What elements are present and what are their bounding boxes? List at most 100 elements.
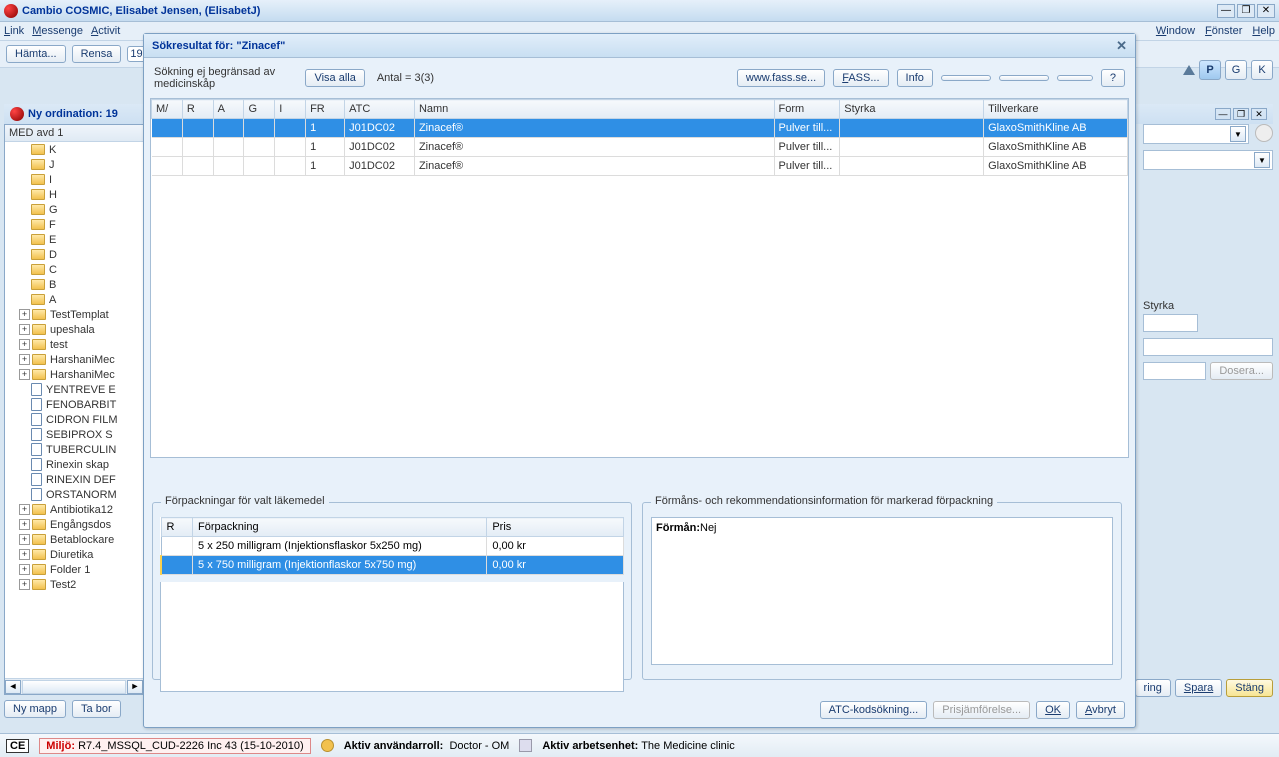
col-FR[interactable]: FR <box>306 100 345 119</box>
grid-row[interactable]: 1J01DC02Zinacef®Pulver till...GlaxoSmith… <box>152 119 1128 138</box>
minimize-icon[interactable]: — <box>1217 4 1235 18</box>
view-k-button[interactable]: K <box>1251 60 1273 80</box>
grid-row[interactable]: 1J01DC02Zinacef®Pulver till...GlaxoSmith… <box>152 157 1128 176</box>
menu-window[interactable]: Window <box>1156 25 1195 37</box>
tree-folder[interactable]: +Test2 <box>7 577 141 592</box>
tree-folder[interactable]: +HarshaniMec <box>7 352 141 367</box>
sub-maximize-icon[interactable]: ❐ <box>1233 108 1249 120</box>
tree-letter-D[interactable]: D <box>7 247 141 262</box>
tree-folder[interactable]: +TestTemplat <box>7 307 141 322</box>
tree-letter-E[interactable]: E <box>7 232 141 247</box>
combo-1[interactable]: ▼ <box>1143 124 1249 144</box>
tree-folder[interactable]: +test <box>7 337 141 352</box>
tree[interactable]: KJIHGFEDCBA+TestTemplat+upeshala+test+Ha… <box>5 142 143 592</box>
ok-button[interactable]: OK <box>1036 701 1070 719</box>
tree-folder[interactable]: +Betablockare <box>7 532 141 547</box>
app-title: Cambio COSMIC, Elisabet Jensen, (Elisabe… <box>22 5 260 17</box>
col-M/[interactable]: M/ <box>152 100 183 119</box>
avbryt-button[interactable]: Avbryt <box>1076 701 1125 719</box>
maximize-icon[interactable]: ❐ <box>1237 4 1255 18</box>
sub-close-icon[interactable]: ✕ <box>1251 108 1267 120</box>
tree-scrollbar[interactable]: ◄ ► <box>5 678 143 694</box>
view-g-button[interactable]: G <box>1225 60 1247 80</box>
results-grid[interactable]: M/RAGIFRATCNamnFormStyrkaTillverkare1J01… <box>150 98 1129 458</box>
col-ATC[interactable]: ATC <box>345 100 415 119</box>
rt-input-2[interactable] <box>1143 338 1273 356</box>
dosera-button[interactable]: Dosera... <box>1210 362 1273 380</box>
spara-button[interactable]: Spara <box>1175 679 1222 697</box>
col-R[interactable]: R <box>182 100 213 119</box>
col-Form[interactable]: Form <box>774 100 840 119</box>
tree-letter-F[interactable]: F <box>7 217 141 232</box>
atc-button[interactable]: ATC-kodsökning... <box>820 701 928 719</box>
fass-button[interactable]: FASS... <box>833 69 888 87</box>
grid-row[interactable]: 1J01DC02Zinacef®Pulver till...GlaxoSmith… <box>152 138 1128 157</box>
tree-doc[interactable]: SEBIPROX S <box>7 427 141 442</box>
blank-button-2[interactable] <box>999 75 1049 81</box>
tree-folder[interactable]: +Antibiotika12 <box>7 502 141 517</box>
tree-letter-C[interactable]: C <box>7 262 141 277</box>
col-I[interactable]: I <box>275 100 306 119</box>
close-icon[interactable]: ✕ <box>1257 4 1275 18</box>
tree-letter-H[interactable]: H <box>7 187 141 202</box>
packages-group: Förpackningar för valt läkemedel RFörpac… <box>152 502 632 680</box>
help-button[interactable]: ? <box>1101 69 1125 87</box>
tree-letter-J[interactable]: J <box>7 157 141 172</box>
tree-doc[interactable]: CIDRON FILM <box>7 412 141 427</box>
scroll-left-icon[interactable]: ◄ <box>5 680 21 694</box>
forman-value: Nej <box>700 522 717 534</box>
tree-doc[interactable]: RINEXIN DEF <box>7 472 141 487</box>
tree-folder[interactable]: +Diuretika <box>7 547 141 562</box>
pkg-col-R[interactable]: R <box>161 518 193 537</box>
tree-letter-G[interactable]: G <box>7 202 141 217</box>
rensa-button[interactable]: Rensa <box>72 45 122 63</box>
rt-input-3[interactable] <box>1143 362 1206 380</box>
pkg-row[interactable]: 5 x 750 milligram (Injektionflaskor 5x75… <box>161 556 624 575</box>
scroll-right-icon[interactable]: ► <box>127 680 143 694</box>
col-A[interactable]: A <box>213 100 244 119</box>
tree-folder[interactable]: +HarshaniMec <box>7 367 141 382</box>
col-Tillverkare[interactable]: Tillverkare <box>984 100 1128 119</box>
tree-letter-B[interactable]: B <box>7 277 141 292</box>
tree-doc[interactable]: FENOBARBIT <box>7 397 141 412</box>
combo-2[interactable]: ▼ <box>1143 150 1273 170</box>
hamta-button[interactable]: Hämta... <box>6 45 66 63</box>
fass-se-button[interactable]: www.fass.se... <box>737 69 825 87</box>
menu-activity[interactable]: Activit <box>91 25 120 37</box>
blank-button-1[interactable] <box>941 75 991 81</box>
tree-folder[interactable]: +Folder 1 <box>7 562 141 577</box>
pkg-row[interactable]: 5 x 250 milligram (Injektionsflaskor 5x2… <box>161 537 624 556</box>
triangle-icon[interactable] <box>1183 65 1195 75</box>
pkg-col-Pris[interactable]: Pris <box>487 518 624 537</box>
ordination-title: Ny ordination: 19 <box>28 108 118 120</box>
menu-help[interactable]: Help <box>1252 25 1275 37</box>
blank-button-3[interactable] <box>1057 75 1093 81</box>
ta-bort-button[interactable]: Ta bor <box>72 700 121 718</box>
tree-folder[interactable]: +Engångsdos <box>7 517 141 532</box>
menu-link[interactable]: LLinkink <box>4 25 24 37</box>
tree-letter-K[interactable]: K <box>7 142 141 157</box>
menu-messenger[interactable]: Messenge <box>32 25 83 37</box>
ring-button[interactable]: ring <box>1135 679 1171 697</box>
col-Styrka[interactable]: Styrka <box>840 100 984 119</box>
styrka-input[interactable] <box>1143 314 1198 332</box>
visa-alla-button[interactable]: Visa alla <box>305 69 364 87</box>
ny-mapp-button[interactable]: Ny mapp <box>4 700 66 718</box>
tree-doc[interactable]: YENTREVE E <box>7 382 141 397</box>
tree-doc[interactable]: ORSTANORM <box>7 487 141 502</box>
view-p-button[interactable]: P <box>1199 60 1221 80</box>
stang-button[interactable]: Stäng <box>1226 679 1273 697</box>
info-button[interactable]: Info <box>897 69 933 87</box>
tree-folder[interactable]: +upeshala <box>7 322 141 337</box>
sub-minimize-icon[interactable]: — <box>1215 108 1231 120</box>
prisjamforelse-button[interactable]: Prisjämförelse... <box>933 701 1030 719</box>
tree-doc[interactable]: Rinexin skap <box>7 457 141 472</box>
tree-letter-A[interactable]: A <box>7 292 141 307</box>
tree-doc[interactable]: TUBERCULIN <box>7 442 141 457</box>
dialog-close-icon[interactable]: ✕ <box>1116 38 1127 54</box>
col-G[interactable]: G <box>244 100 275 119</box>
menu-fonster[interactable]: Fönster <box>1205 25 1242 37</box>
pkg-col-Förpackning[interactable]: Förpackning <box>193 518 487 537</box>
tree-letter-I[interactable]: I <box>7 172 141 187</box>
col-Namn[interactable]: Namn <box>414 100 774 119</box>
